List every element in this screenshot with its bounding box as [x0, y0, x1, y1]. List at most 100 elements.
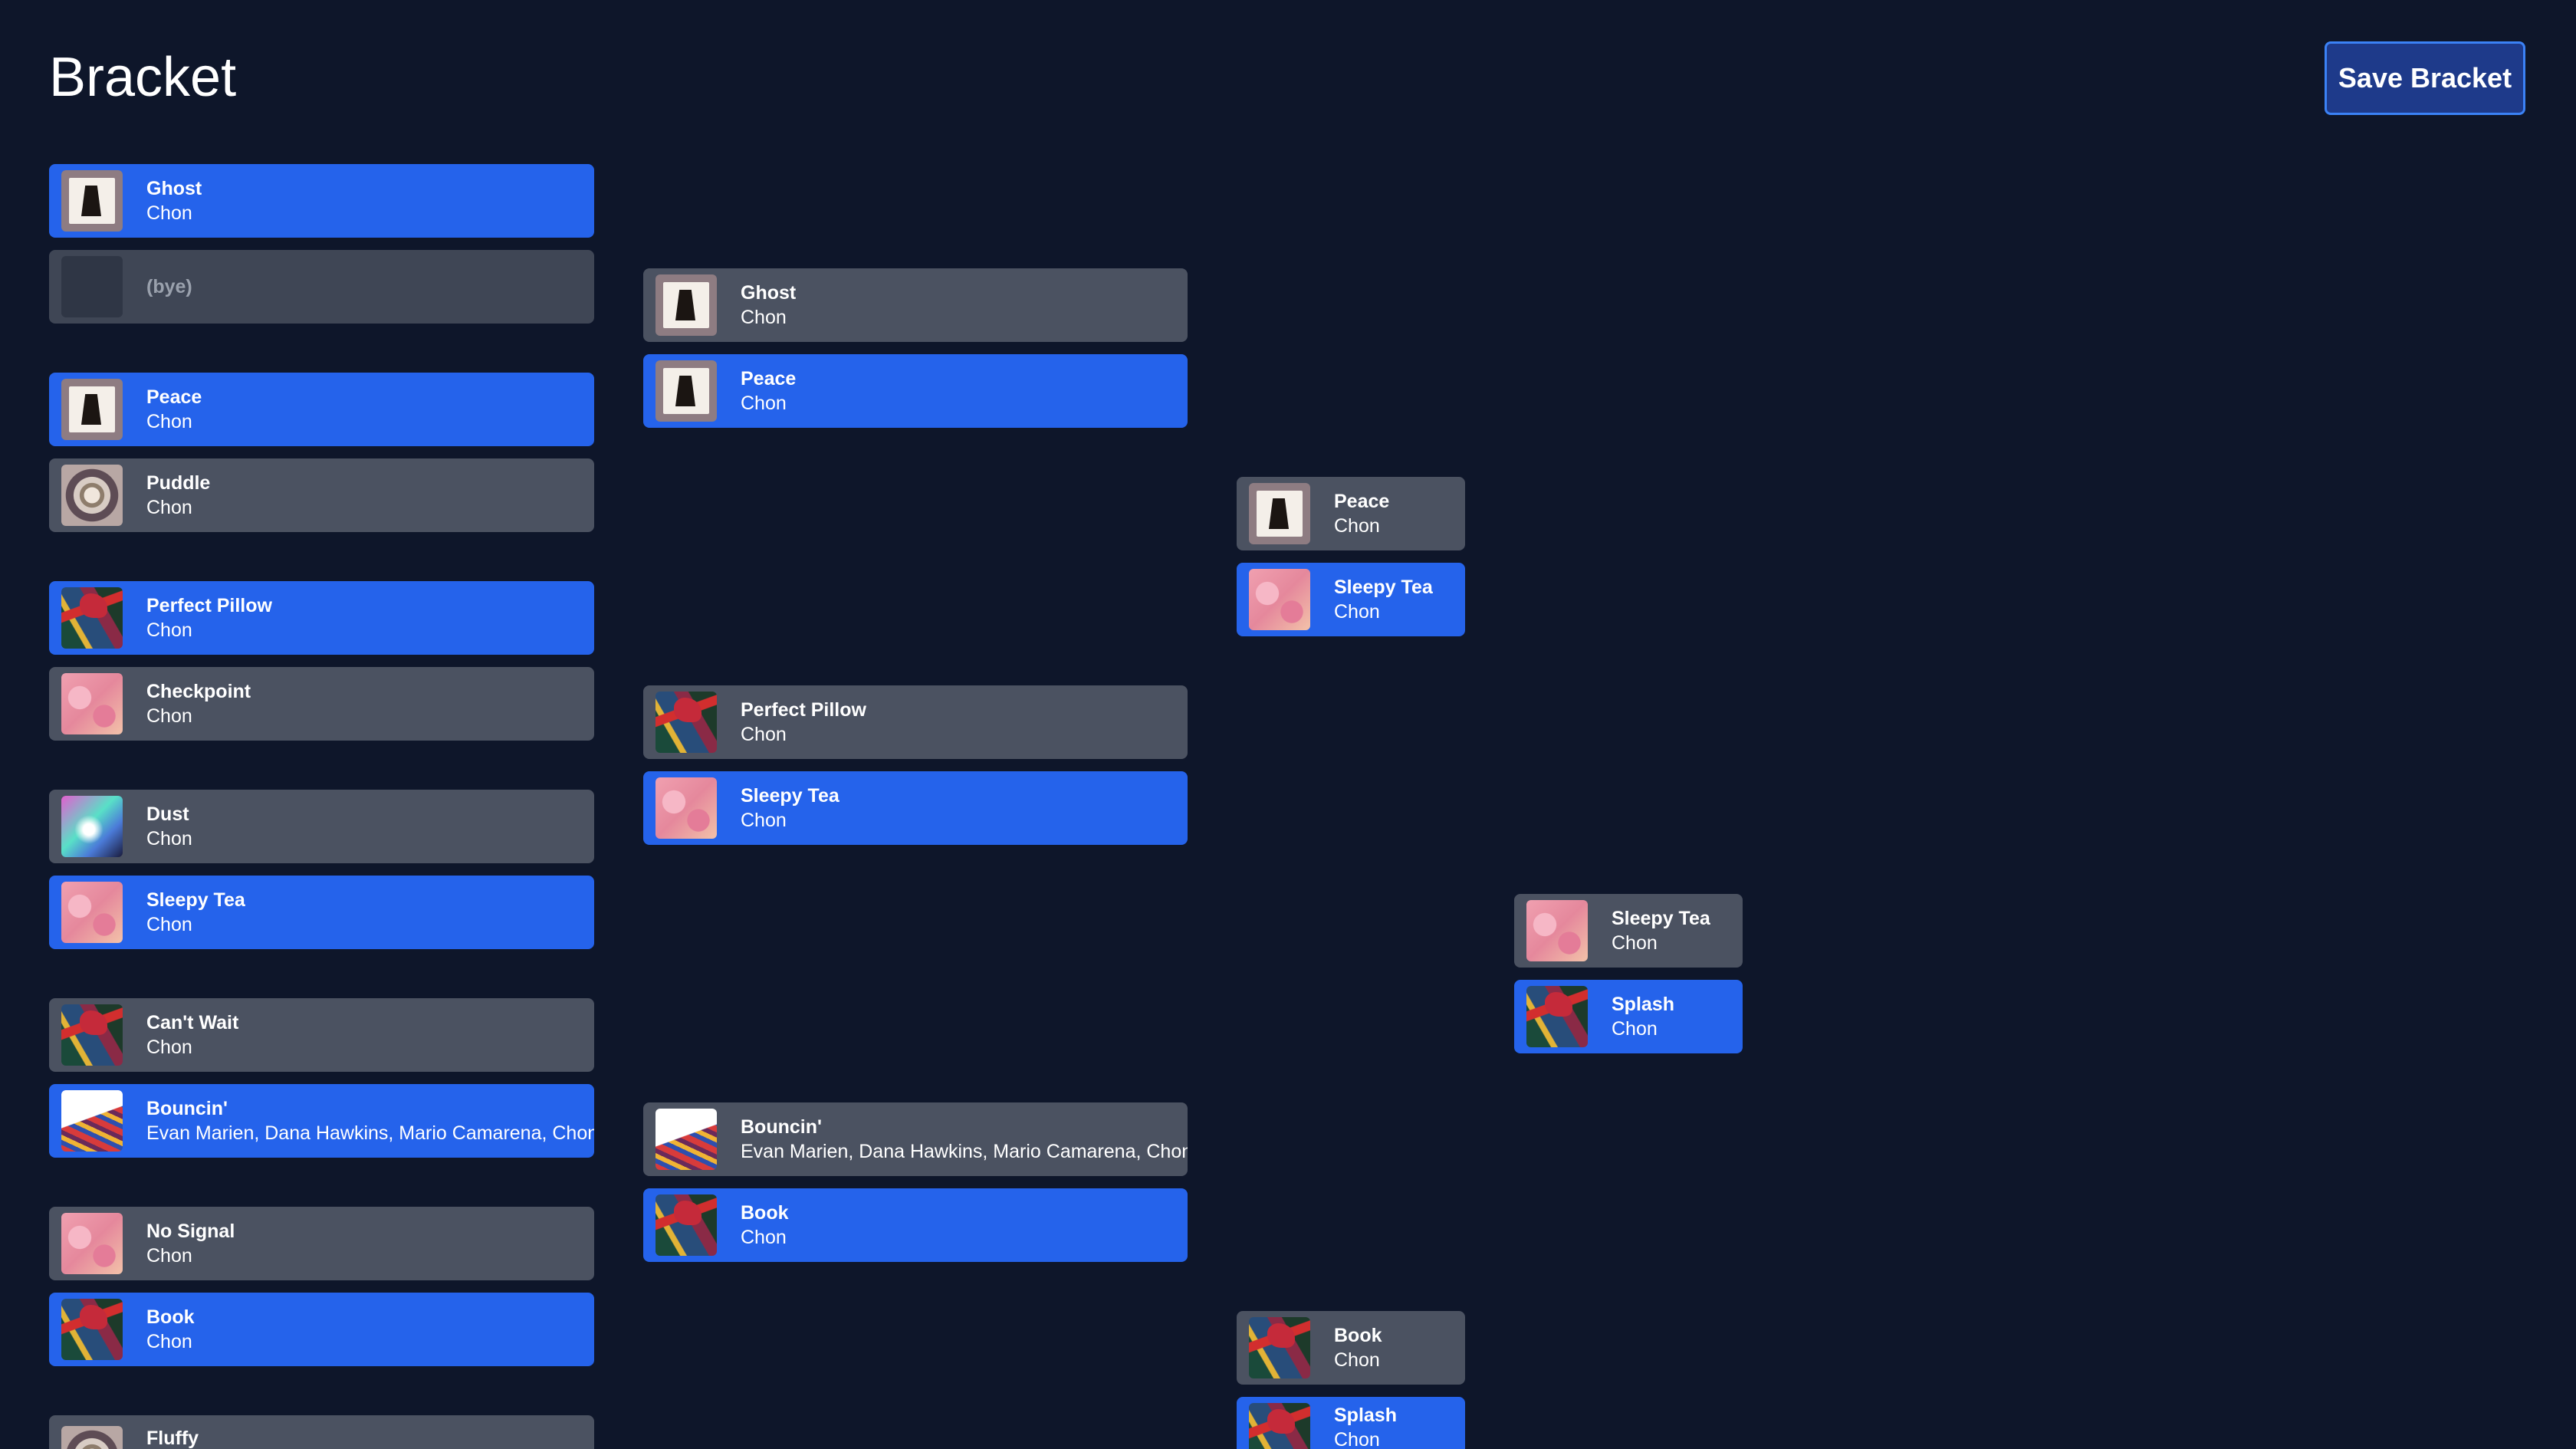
- artist-name: Chon: [1612, 932, 1658, 954]
- round1-matchup3-entry1[interactable]: Perfect Pillow Chon: [49, 581, 594, 655]
- album-art-icon: [656, 777, 717, 839]
- artist-name: Chon: [1612, 1018, 1658, 1040]
- album-art-icon: [1249, 1317, 1310, 1378]
- artist-name: Chon: [146, 914, 192, 935]
- artist-name: Evan Marien, Dana Hawkins, Mario Camaren…: [146, 1122, 594, 1144]
- album-art-icon: [61, 1213, 123, 1274]
- album-art-icon: [61, 882, 123, 943]
- album-art-icon: [656, 274, 717, 336]
- round4-matchup1-entry2[interactable]: Splash Chon: [1514, 980, 1743, 1053]
- artist-name: Chon: [146, 1245, 192, 1267]
- round1-matchup6-entry1[interactable]: No Signal Chon: [49, 1207, 594, 1280]
- round1-matchup6-entry2[interactable]: Book Chon: [49, 1293, 594, 1366]
- artist-name: Chon: [146, 705, 192, 727]
- song-title: Splash: [1334, 1405, 1397, 1426]
- bye-label: (bye): [146, 276, 192, 297]
- artist-name: Chon: [1334, 1429, 1380, 1449]
- song-title: Perfect Pillow: [741, 699, 866, 721]
- song-title: Sleepy Tea: [741, 785, 840, 807]
- artist-name: Chon: [146, 411, 192, 432]
- song-title: Splash: [1612, 994, 1674, 1015]
- artist-name: Chon: [146, 202, 192, 224]
- song-title: Sleepy Tea: [1334, 577, 1433, 598]
- album-art-icon: [656, 1194, 717, 1256]
- song-title: Bouncin': [146, 1098, 228, 1119]
- album-art-icon: [61, 170, 123, 232]
- song-title: Peace: [1334, 491, 1390, 512]
- save-bracket-button[interactable]: Save Bracket: [2325, 41, 2525, 115]
- album-art-icon: [656, 1109, 717, 1170]
- round2-matchup3-entry1[interactable]: Bouncin' Evan Marien, Dana Hawkins, Mari…: [643, 1102, 1188, 1176]
- artist-name: Evan Marien, Dana Hawkins, Mario Camaren…: [741, 1141, 1188, 1162]
- album-art-icon: [61, 1090, 123, 1152]
- bracket-page: Bracket Save Bracket Ghost Chon (bye) Pe…: [0, 0, 2576, 1449]
- album-art-icon: [1526, 900, 1588, 961]
- round1-matchup3-entry2[interactable]: Checkpoint Chon: [49, 667, 594, 741]
- page-title: Bracket: [49, 47, 237, 108]
- album-art-icon: [61, 1004, 123, 1066]
- round1-matchup5-entry2[interactable]: Bouncin' Evan Marien, Dana Hawkins, Mari…: [49, 1084, 594, 1158]
- song-title: Puddle: [146, 472, 211, 494]
- song-title: Bouncin': [741, 1116, 822, 1138]
- song-title: Fluffy: [146, 1428, 199, 1449]
- song-title: Sleepy Tea: [146, 889, 245, 911]
- round2-matchup1-entry2[interactable]: Peace Chon: [643, 354, 1188, 428]
- song-title: Checkpoint: [146, 681, 251, 702]
- round1-matchup2-entry2[interactable]: Puddle Chon: [49, 458, 594, 532]
- artist-name: Chon: [1334, 1349, 1380, 1371]
- album-art-icon: [1526, 986, 1588, 1047]
- album-art-icon: [656, 692, 717, 753]
- round1-matchup1-bye: (bye): [49, 250, 594, 324]
- round3-matchup1-entry2[interactable]: Sleepy Tea Chon: [1237, 563, 1465, 636]
- album-art-icon: [61, 465, 123, 526]
- song-title: Peace: [741, 368, 797, 389]
- artist-name: Chon: [146, 619, 192, 641]
- artist-name: Chon: [741, 724, 787, 745]
- album-art-icon: [61, 379, 123, 440]
- round2-matchup3-entry2[interactable]: Book Chon: [643, 1188, 1188, 1262]
- round1-matchup4-entry1[interactable]: Dust Chon: [49, 790, 594, 863]
- song-title: Peace: [146, 386, 202, 408]
- round1-matchup1-entry1[interactable]: Ghost Chon: [49, 164, 594, 238]
- artist-name: Chon: [146, 1037, 192, 1058]
- artist-name: Chon: [1334, 601, 1380, 623]
- artist-name: Chon: [741, 810, 787, 831]
- album-art-icon: [61, 587, 123, 649]
- song-title: Book: [1334, 1325, 1382, 1346]
- album-art-icon: [1249, 569, 1310, 630]
- artist-name: Chon: [146, 497, 192, 518]
- album-art-icon: [656, 360, 717, 422]
- round2-matchup2-entry1[interactable]: Perfect Pillow Chon: [643, 685, 1188, 759]
- round2-matchup2-entry2[interactable]: Sleepy Tea Chon: [643, 771, 1188, 845]
- album-art-icon: [61, 1299, 123, 1360]
- round3-matchup2-entry1[interactable]: Book Chon: [1237, 1311, 1465, 1385]
- song-title: Dust: [146, 803, 189, 825]
- artist-name: Chon: [741, 307, 787, 328]
- artist-name: Chon: [741, 1227, 787, 1248]
- round3-matchup1-entry1[interactable]: Peace Chon: [1237, 477, 1465, 550]
- album-art-icon: [1249, 483, 1310, 544]
- round1-matchup5-entry1[interactable]: Can't Wait Chon: [49, 998, 594, 1072]
- round2-matchup1-entry1[interactable]: Ghost Chon: [643, 268, 1188, 342]
- song-title: Ghost: [146, 178, 202, 199]
- song-title: Perfect Pillow: [146, 595, 272, 616]
- song-title: Book: [146, 1306, 195, 1328]
- song-title: Can't Wait: [146, 1012, 239, 1033]
- album-art-icon: [1249, 1403, 1310, 1449]
- artist-name: Chon: [1334, 515, 1380, 537]
- song-title: Ghost: [741, 282, 797, 304]
- album-art-icon: [61, 796, 123, 857]
- song-title: Book: [741, 1202, 789, 1224]
- round1-matchup4-entry2[interactable]: Sleepy Tea Chon: [49, 876, 594, 949]
- artist-name: Chon: [146, 1331, 192, 1352]
- empty-album-art-icon: [61, 256, 123, 317]
- artist-name: Chon: [146, 828, 192, 849]
- album-art-icon: [61, 673, 123, 734]
- artist-name: Chon: [741, 393, 787, 414]
- song-title: No Signal: [146, 1221, 235, 1242]
- round3-matchup2-entry2[interactable]: Splash Chon: [1237, 1397, 1465, 1449]
- round1-matchup7-entry1[interactable]: Fluffy: [49, 1415, 594, 1449]
- round4-matchup1-entry1[interactable]: Sleepy Tea Chon: [1514, 894, 1743, 968]
- round1-matchup2-entry1[interactable]: Peace Chon: [49, 373, 594, 446]
- song-title: Sleepy Tea: [1612, 908, 1710, 929]
